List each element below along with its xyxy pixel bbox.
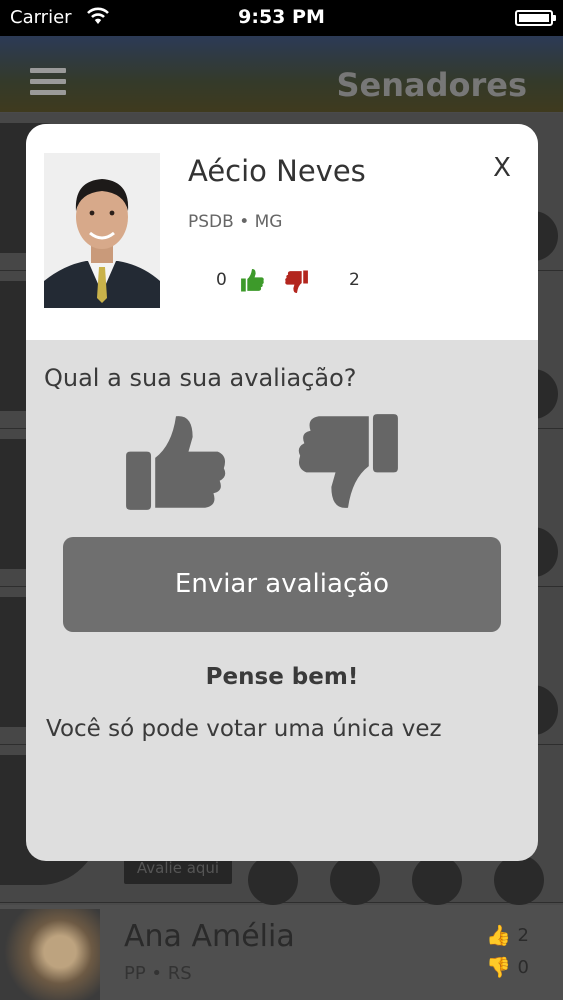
senator-photo	[44, 153, 160, 308]
close-icon[interactable]: X	[484, 150, 520, 186]
up-count: 2	[517, 925, 529, 946]
twitter-icon[interactable]	[412, 855, 462, 905]
rating-dialog: Aécio Neves PSDB • MG X 0 2 Qual a sua s…	[26, 124, 538, 861]
thumbs-up-icon: 👍	[486, 923, 511, 947]
warning-title: Pense bem!	[205, 664, 359, 690]
nav-bar: Senadores	[0, 36, 563, 112]
hamburger-icon[interactable]	[30, 68, 66, 95]
down-count: 0	[517, 957, 529, 978]
up-votes-count: 0	[216, 270, 227, 290]
thumbs-down-icon: 👎	[486, 955, 511, 979]
nav-title: Senadores	[336, 66, 527, 104]
senator-party: PSDB • MG	[188, 212, 283, 232]
list-item[interactable]: Ana Amélia PP • RS 👍 2 👎 0	[0, 905, 563, 1000]
down-votes-count: 2	[349, 270, 360, 290]
phone-icon[interactable]	[248, 855, 298, 905]
facebook-icon[interactable]	[330, 855, 380, 905]
senator-name: Aécio Neves	[188, 154, 366, 188]
status-bar: Carrier 9:53 PM	[0, 0, 563, 36]
thumbs-down-icon[interactable]	[294, 410, 402, 514]
thumbs-up-icon	[239, 266, 265, 298]
submit-rating-button[interactable]: Enviar avaliação	[63, 537, 501, 632]
thumbs-up-icon[interactable]	[122, 410, 230, 514]
thumbs-down-icon	[284, 268, 310, 300]
email-icon[interactable]	[494, 855, 544, 905]
warning-text: Você só pode votar uma única vez	[46, 716, 442, 742]
senator-party: PP • RS	[124, 963, 192, 984]
rating-question: Qual a sua sua avaliação?	[44, 364, 357, 392]
battery-icon	[515, 10, 556, 26]
avatar	[0, 909, 100, 1000]
clock: 9:53 PM	[238, 6, 325, 28]
senator-name: Ana Amélia	[124, 919, 295, 954]
dialog-header: Aécio Neves PSDB • MG X 0 2	[26, 124, 538, 340]
